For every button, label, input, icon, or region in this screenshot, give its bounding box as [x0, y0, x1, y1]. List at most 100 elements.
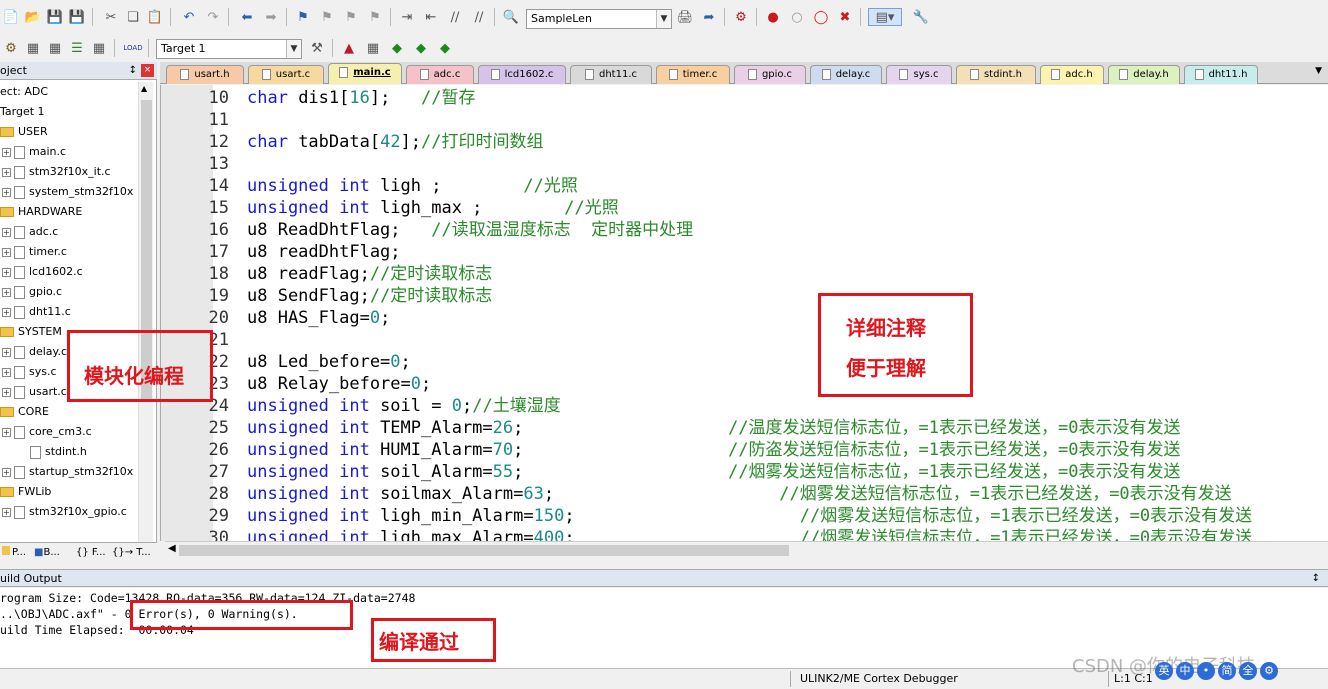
- rebuild-icon[interactable]: ▦: [46, 39, 64, 57]
- expand-icon[interactable]: +: [2, 167, 11, 177]
- kill-all-breakpoints-icon[interactable]: ✖: [836, 8, 854, 26]
- tree-item-file[interactable]: + core_cm3.c: [2, 422, 92, 442]
- pin-icon[interactable]: ↕: [1312, 570, 1320, 587]
- tree-item-file[interactable]: + timer.c: [2, 242, 67, 262]
- target-select[interactable]: Target 1 ▼: [156, 39, 302, 59]
- tree-item-file[interactable]: + lcd1602.c: [2, 262, 83, 282]
- bookmark-icon[interactable]: ⚑: [294, 8, 312, 26]
- goto-icon[interactable]: ➦: [700, 8, 718, 26]
- comment-icon[interactable]: ∕∕: [446, 8, 464, 26]
- disable-all-breakpoints-icon[interactable]: ◯: [812, 8, 830, 26]
- expand-icon[interactable]: +: [2, 507, 11, 517]
- configure-icon[interactable]: 🔧: [912, 8, 930, 26]
- print-icon[interactable]: 🖨: [676, 8, 694, 26]
- expand-icon[interactable]: +: [2, 227, 11, 237]
- tree-item-group[interactable]: HARDWARE: [0, 202, 82, 222]
- ime-button[interactable]: 英: [1155, 662, 1173, 680]
- tab-functions[interactable]: {} F...: [76, 545, 106, 561]
- cut-icon[interactable]: ✂: [102, 8, 120, 26]
- tree-item-file[interactable]: + sys.c: [2, 362, 57, 382]
- save-icon[interactable]: 💾: [46, 8, 64, 26]
- expand-icon[interactable]: +: [2, 467, 11, 477]
- tree-item-group[interactable]: SYSTEM: [0, 322, 62, 342]
- expand-icon[interactable]: +: [2, 267, 11, 277]
- tree-item-file[interactable]: + stm32f10x_gpio.c: [2, 502, 127, 522]
- chevron-down-icon[interactable]: ▼: [656, 10, 671, 28]
- scroll-left-icon[interactable]: ◀: [168, 543, 176, 554]
- download-icon[interactable]: LOAD: [123, 39, 142, 57]
- tree-item-group[interactable]: USER: [0, 122, 48, 142]
- expand-icon[interactable]: +: [2, 427, 11, 437]
- target-options-icon[interactable]: ⚒: [308, 39, 326, 57]
- paste-icon[interactable]: 📋: [146, 8, 164, 26]
- clear-bookmarks-icon[interactable]: ⚑: [366, 8, 384, 26]
- tab-lcd1602-c[interactable]: lcd1602.c: [478, 65, 566, 84]
- tab-project[interactable]: P...: [2, 545, 26, 561]
- expand-icon[interactable]: +: [2, 347, 11, 357]
- select-packs-icon[interactable]: ◆: [388, 39, 406, 57]
- tab-adc-c[interactable]: adc.c: [406, 65, 474, 84]
- tab-dht11-c[interactable]: dht11.c: [570, 65, 652, 84]
- tree-item-file[interactable]: + dht11.c: [2, 302, 71, 322]
- tab-usart-h[interactable]: usart.h: [166, 65, 244, 84]
- tree-item-file[interactable]: + usart.c: [2, 382, 67, 402]
- prev-bookmark-icon[interactable]: ⚑: [318, 8, 336, 26]
- tab-usart-c[interactable]: usart.c: [248, 65, 324, 84]
- tree-item-file[interactable]: + startup_stm32f10x: [2, 462, 133, 482]
- find-combo[interactable]: SampleLen ▼: [526, 9, 672, 29]
- ime-toolbar[interactable]: 英中 • 简全 ⚙: [1155, 662, 1278, 686]
- disable-breakpoint-icon[interactable]: ○: [788, 8, 806, 26]
- pack-installer-icon[interactable]: ◆: [412, 39, 430, 57]
- build-icon[interactable]: ▦: [24, 39, 42, 57]
- stop-build-icon[interactable]: ▦: [90, 39, 108, 57]
- tab-sys-c[interactable]: sys.c: [886, 65, 952, 84]
- indent-icon[interactable]: ⇥: [398, 8, 416, 26]
- tree-item-target[interactable]: Target 1: [0, 102, 45, 122]
- forward-icon[interactable]: ➡: [262, 8, 280, 26]
- debug-icon[interactable]: ⚙: [732, 8, 750, 26]
- tree-item-file[interactable]: + adc.c: [2, 222, 58, 242]
- chevron-down-icon[interactable]: ▼: [286, 40, 301, 58]
- expand-icon[interactable]: +: [2, 187, 11, 197]
- tree-item-file[interactable]: + system_stm32f10x: [2, 182, 133, 202]
- scroll-up-icon[interactable]: ▲: [141, 84, 147, 93]
- new-file-icon[interactable]: 📄: [2, 8, 20, 26]
- hscroll-thumb[interactable]: [179, 545, 789, 556]
- find-in-files-icon[interactable]: 🔍: [502, 8, 520, 26]
- undo-icon[interactable]: ↶: [180, 8, 198, 26]
- copy-icon[interactable]: ❏: [124, 8, 142, 26]
- expand-icon[interactable]: +: [2, 367, 11, 377]
- tab-books[interactable]: ■B...: [34, 545, 60, 561]
- run-time-env-icon[interactable]: ◆: [436, 39, 454, 57]
- tree-item-root[interactable]: ect: ADC: [0, 82, 48, 102]
- ime-button[interactable]: 全: [1239, 662, 1257, 680]
- batch-build-icon[interactable]: ☰: [68, 39, 86, 57]
- tab-adc-h[interactable]: adc.h: [1040, 65, 1104, 84]
- pin-icon[interactable]: ↕: [129, 62, 137, 79]
- tree-item-file[interactable]: + delay.c: [2, 342, 67, 362]
- tab-list-arrow-icon[interactable]: ▼: [1315, 66, 1322, 76]
- editor-hscroll[interactable]: ◀: [165, 541, 1328, 558]
- tree-item-subfile[interactable]: stdint.h: [30, 442, 87, 462]
- save-all-icon[interactable]: 💾: [68, 8, 86, 26]
- tab-delay-h[interactable]: delay.h: [1108, 65, 1180, 84]
- tree-item-group[interactable]: FWLib: [0, 482, 51, 502]
- code-editor[interactable]: 10 char dis1[16]; //暂存 11 12 char tabData[42…: [160, 85, 1328, 541]
- tab-dht11-h[interactable]: dht11.h: [1184, 65, 1258, 84]
- tab-delay-c[interactable]: delay.c: [810, 65, 882, 84]
- expand-icon[interactable]: +: [2, 287, 11, 297]
- window-layout-icon[interactable]: ▤▾: [868, 8, 902, 26]
- open-icon[interactable]: 📂: [24, 8, 42, 26]
- uncomment-icon[interactable]: ∕∕: [470, 8, 488, 26]
- tree-item-file[interactable]: + main.c: [2, 142, 66, 162]
- tab-templates[interactable]: {}→ T...: [112, 545, 151, 561]
- redo-icon[interactable]: ↷: [204, 8, 222, 26]
- tab-main-c[interactable]: main.c: [328, 63, 402, 84]
- unindent-icon[interactable]: ⇤: [422, 8, 440, 26]
- file-extensions-icon[interactable]: ▦: [364, 39, 382, 57]
- ime-button[interactable]: 简: [1218, 662, 1236, 680]
- tree-item-file[interactable]: + gpio.c: [2, 282, 62, 302]
- expand-icon[interactable]: +: [2, 247, 11, 257]
- ime-button[interactable]: ⚙: [1260, 662, 1278, 680]
- back-icon[interactable]: ⬅: [238, 8, 256, 26]
